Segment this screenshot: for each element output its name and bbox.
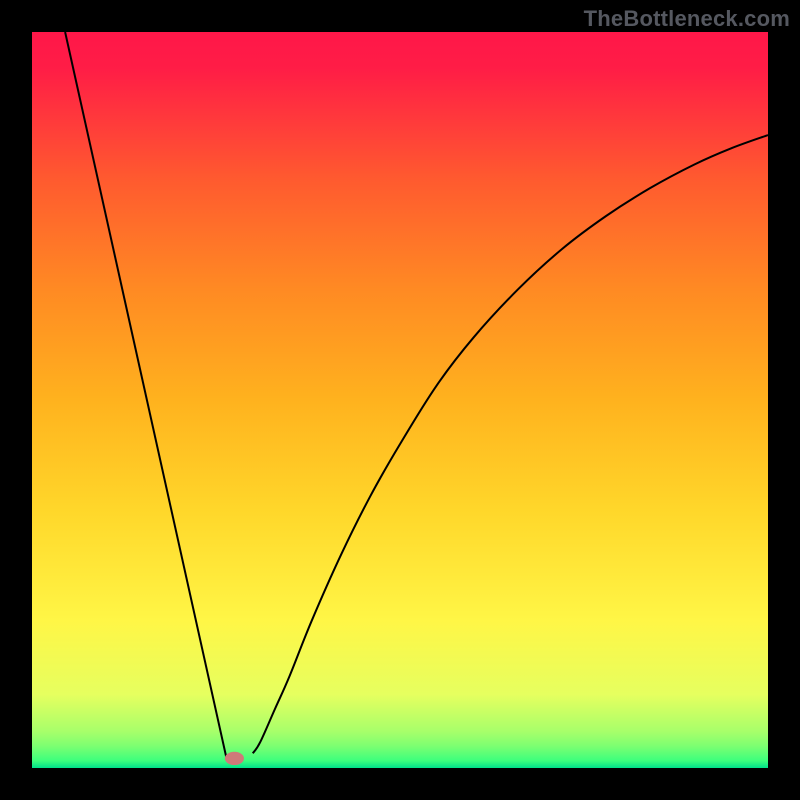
- chart-outer-frame: TheBottleneck.com: [0, 0, 800, 800]
- plot-background: [32, 32, 768, 768]
- minimum-marker: [225, 752, 244, 765]
- attribution-text: TheBottleneck.com: [584, 6, 790, 32]
- bottleneck-chart: [32, 32, 768, 768]
